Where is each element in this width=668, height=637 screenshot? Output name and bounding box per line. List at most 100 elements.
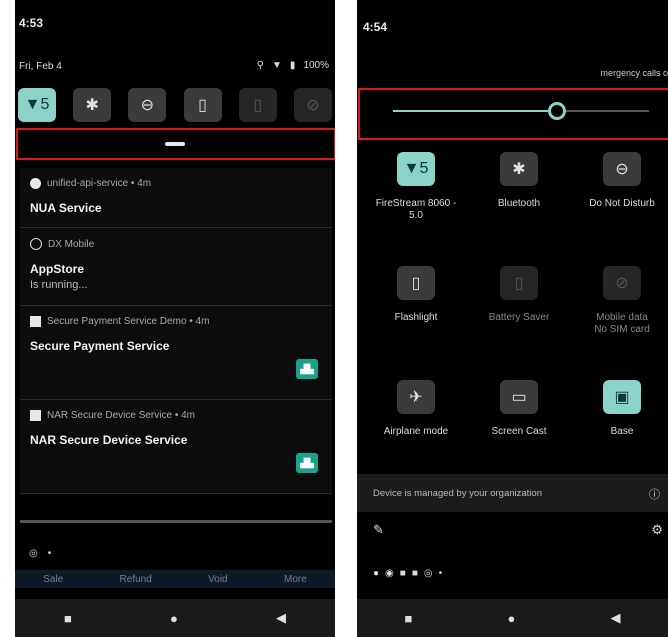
base-icon[interactable]: ▣ [603,380,641,414]
dot-icon: ● [373,568,380,579]
edit-row: ✎ ⚙ [373,522,663,538]
notification-item[interactable]: NAR Secure Device Service • 4m NAR Secure… [20,400,332,494]
notification-header: DX Mobile [30,238,322,250]
sync-icon: ◉ [385,568,394,579]
navigation-bar: ■ ● ◀ [15,599,335,637]
app-icon [30,238,42,250]
android-app-icon: ▟▙ [296,359,318,379]
action-refund[interactable]: Refund [120,574,152,585]
square-icon: ■ [411,568,418,579]
tile-label: Base [610,426,634,437]
managed-text: Device is managed by your organization [373,487,542,499]
notification-header: NAR Secure Device Service • 4m [30,410,322,421]
wifi-icon[interactable]: ▼5 [397,152,435,186]
dot-icon: • [47,548,52,559]
battery-saver-icon[interactable]: ▯ [500,266,538,300]
back-button[interactable]: ◀ [610,610,620,626]
tile-wifi[interactable]: ▼5 FireStream 8060 - 5.0 [371,152,461,221]
action-more[interactable]: More [284,574,307,585]
tile-bluetooth[interactable]: ✱ Bluetooth [474,152,564,210]
settings-gear-icon[interactable]: ⚙ [651,522,663,538]
brightness-slider-thumb[interactable] [547,102,566,120]
tile-label: Airplane mode [383,426,449,437]
sync-icon: ◎ [29,548,38,559]
tile-label: Screen Cast [491,426,547,437]
tile-label: Mobile data No SIM card [594,312,650,335]
flashlight-icon[interactable]: ▯ [397,266,435,300]
mobile-data-icon[interactable]: ⊘ [293,88,332,122]
android-app-icon: ▟▙ [296,453,318,473]
notification-header: Secure Payment Service Demo • 4m [30,316,322,327]
square-icon: ■ [399,568,406,579]
tile-battery-saver[interactable]: ▯ Battery Saver [474,266,564,324]
navigation-bar: ■ ● ◀ [357,599,668,637]
wifi-status-icon: ▼ [272,60,282,71]
battery-saver-icon[interactable]: ▯ [238,88,277,122]
location-icon: ⚲ [256,60,264,71]
highlight-box [358,88,668,140]
status-mini-icons: ● ◉ ■ ■ ◎ • [373,568,442,579]
notification-item[interactable]: unified-api-service • 4m NUA Service [20,168,332,228]
action-sale[interactable]: Sale [43,574,63,585]
edit-icon[interactable]: ✎ [373,522,384,538]
notification-title: AppStore [30,262,84,276]
app-icon [30,410,41,421]
bluetooth-icon[interactable]: ✱ [73,88,112,122]
tile-cast[interactable]: ▭ Screen Cast [474,380,564,438]
notification-title: NAR Secure Device Service [30,433,188,447]
notification-list: unified-api-service • 4m NUA Service DX Mo… [20,168,332,494]
tile-label: Do Not Disturb [589,198,655,209]
bluetooth-icon[interactable]: ✱ [500,152,538,186]
dot-icon: • [438,568,443,579]
back-button[interactable]: ◀ [276,610,286,626]
tile-label: Battery Saver [488,312,550,323]
status-icons: ⚲ ▼ ▮ 100% [257,60,329,71]
status-time: 4:54 [363,20,388,34]
status-time: 4:53 [19,16,44,30]
status-mini-icons: ◎ • [29,548,51,559]
notification-app: NAR Secure Device Service • 4m [47,410,195,421]
do-not-disturb-icon[interactable]: ⊖ [128,88,167,122]
app-bottom-area: ◎ • Sale Refund Void More [15,540,335,588]
do-not-disturb-icon[interactable]: ⊖ [603,152,641,186]
tile-label: Bluetooth [497,198,541,209]
action-bar: Sale Refund Void More [15,570,335,588]
airplane-icon[interactable]: ✈ [397,380,435,414]
divider [20,520,332,523]
flashlight-icon[interactable]: ▯ [183,88,222,122]
drag-handle[interactable] [165,142,185,146]
notification-app: unified-api-service • 4m [47,178,152,189]
wifi-icon[interactable]: ▼5 [18,88,56,122]
mobile-data-icon[interactable]: ⊘ [603,266,641,300]
notification-title: Secure Payment Service [30,339,170,353]
recents-button[interactable]: ■ [64,611,72,626]
tile-base[interactable]: ▣ Base [577,380,667,438]
tile-flashlight[interactable]: ▯ Flashlight [371,266,461,324]
battery-icon: ▮ [289,60,296,71]
battery-percent: 100% [303,60,329,71]
tile-label: FireStream 8060 - 5.0 [375,198,457,221]
status-date: Fri, Feb 4 [19,61,62,72]
home-button[interactable]: ● [170,611,178,626]
tile-do-not-disturb[interactable]: ⊖ Do Not Disturb [577,152,667,210]
cast-icon[interactable]: ▭ [500,380,538,414]
notification-shade-screen: 4:53 Fri, Feb 4 ⚲ ▼ ▮ 100% ▼5 ✱ ⊖ ▯ ▯ ⊘ unifi… [15,0,335,637]
sync-icon: ◎ [423,568,433,579]
info-icon[interactable]: ⓘ [649,486,660,502]
quick-settings-row: ▼5 ✱ ⊖ ▯ ▯ ⊘ [18,88,332,122]
managed-device-banner[interactable]: Device is managed by your organization ⓘ [357,474,668,512]
home-button[interactable]: ● [508,611,516,626]
recents-button[interactable]: ■ [405,611,413,626]
tile-airplane[interactable]: ✈ Airplane mode [371,380,461,438]
notification-item[interactable]: Secure Payment Service Demo • 4m Secure P… [20,306,332,400]
brightness-slider-fill [393,110,557,112]
tile-mobile-data[interactable]: ⊘ Mobile data No SIM card [577,266,667,335]
notification-item[interactable]: DX Mobile AppStore Is running... [20,228,332,306]
notification-title: NUA Service [30,201,102,215]
quick-settings-screen: 4:54 mergency calls o ▼5 FireStream 8060 … [357,0,668,637]
notification-app: DX Mobile [48,238,95,250]
app-icon [30,178,41,189]
notification-subtitle: Is running... [30,279,88,291]
notification-header: unified-api-service • 4m [30,178,322,189]
action-void[interactable]: Void [208,574,227,585]
